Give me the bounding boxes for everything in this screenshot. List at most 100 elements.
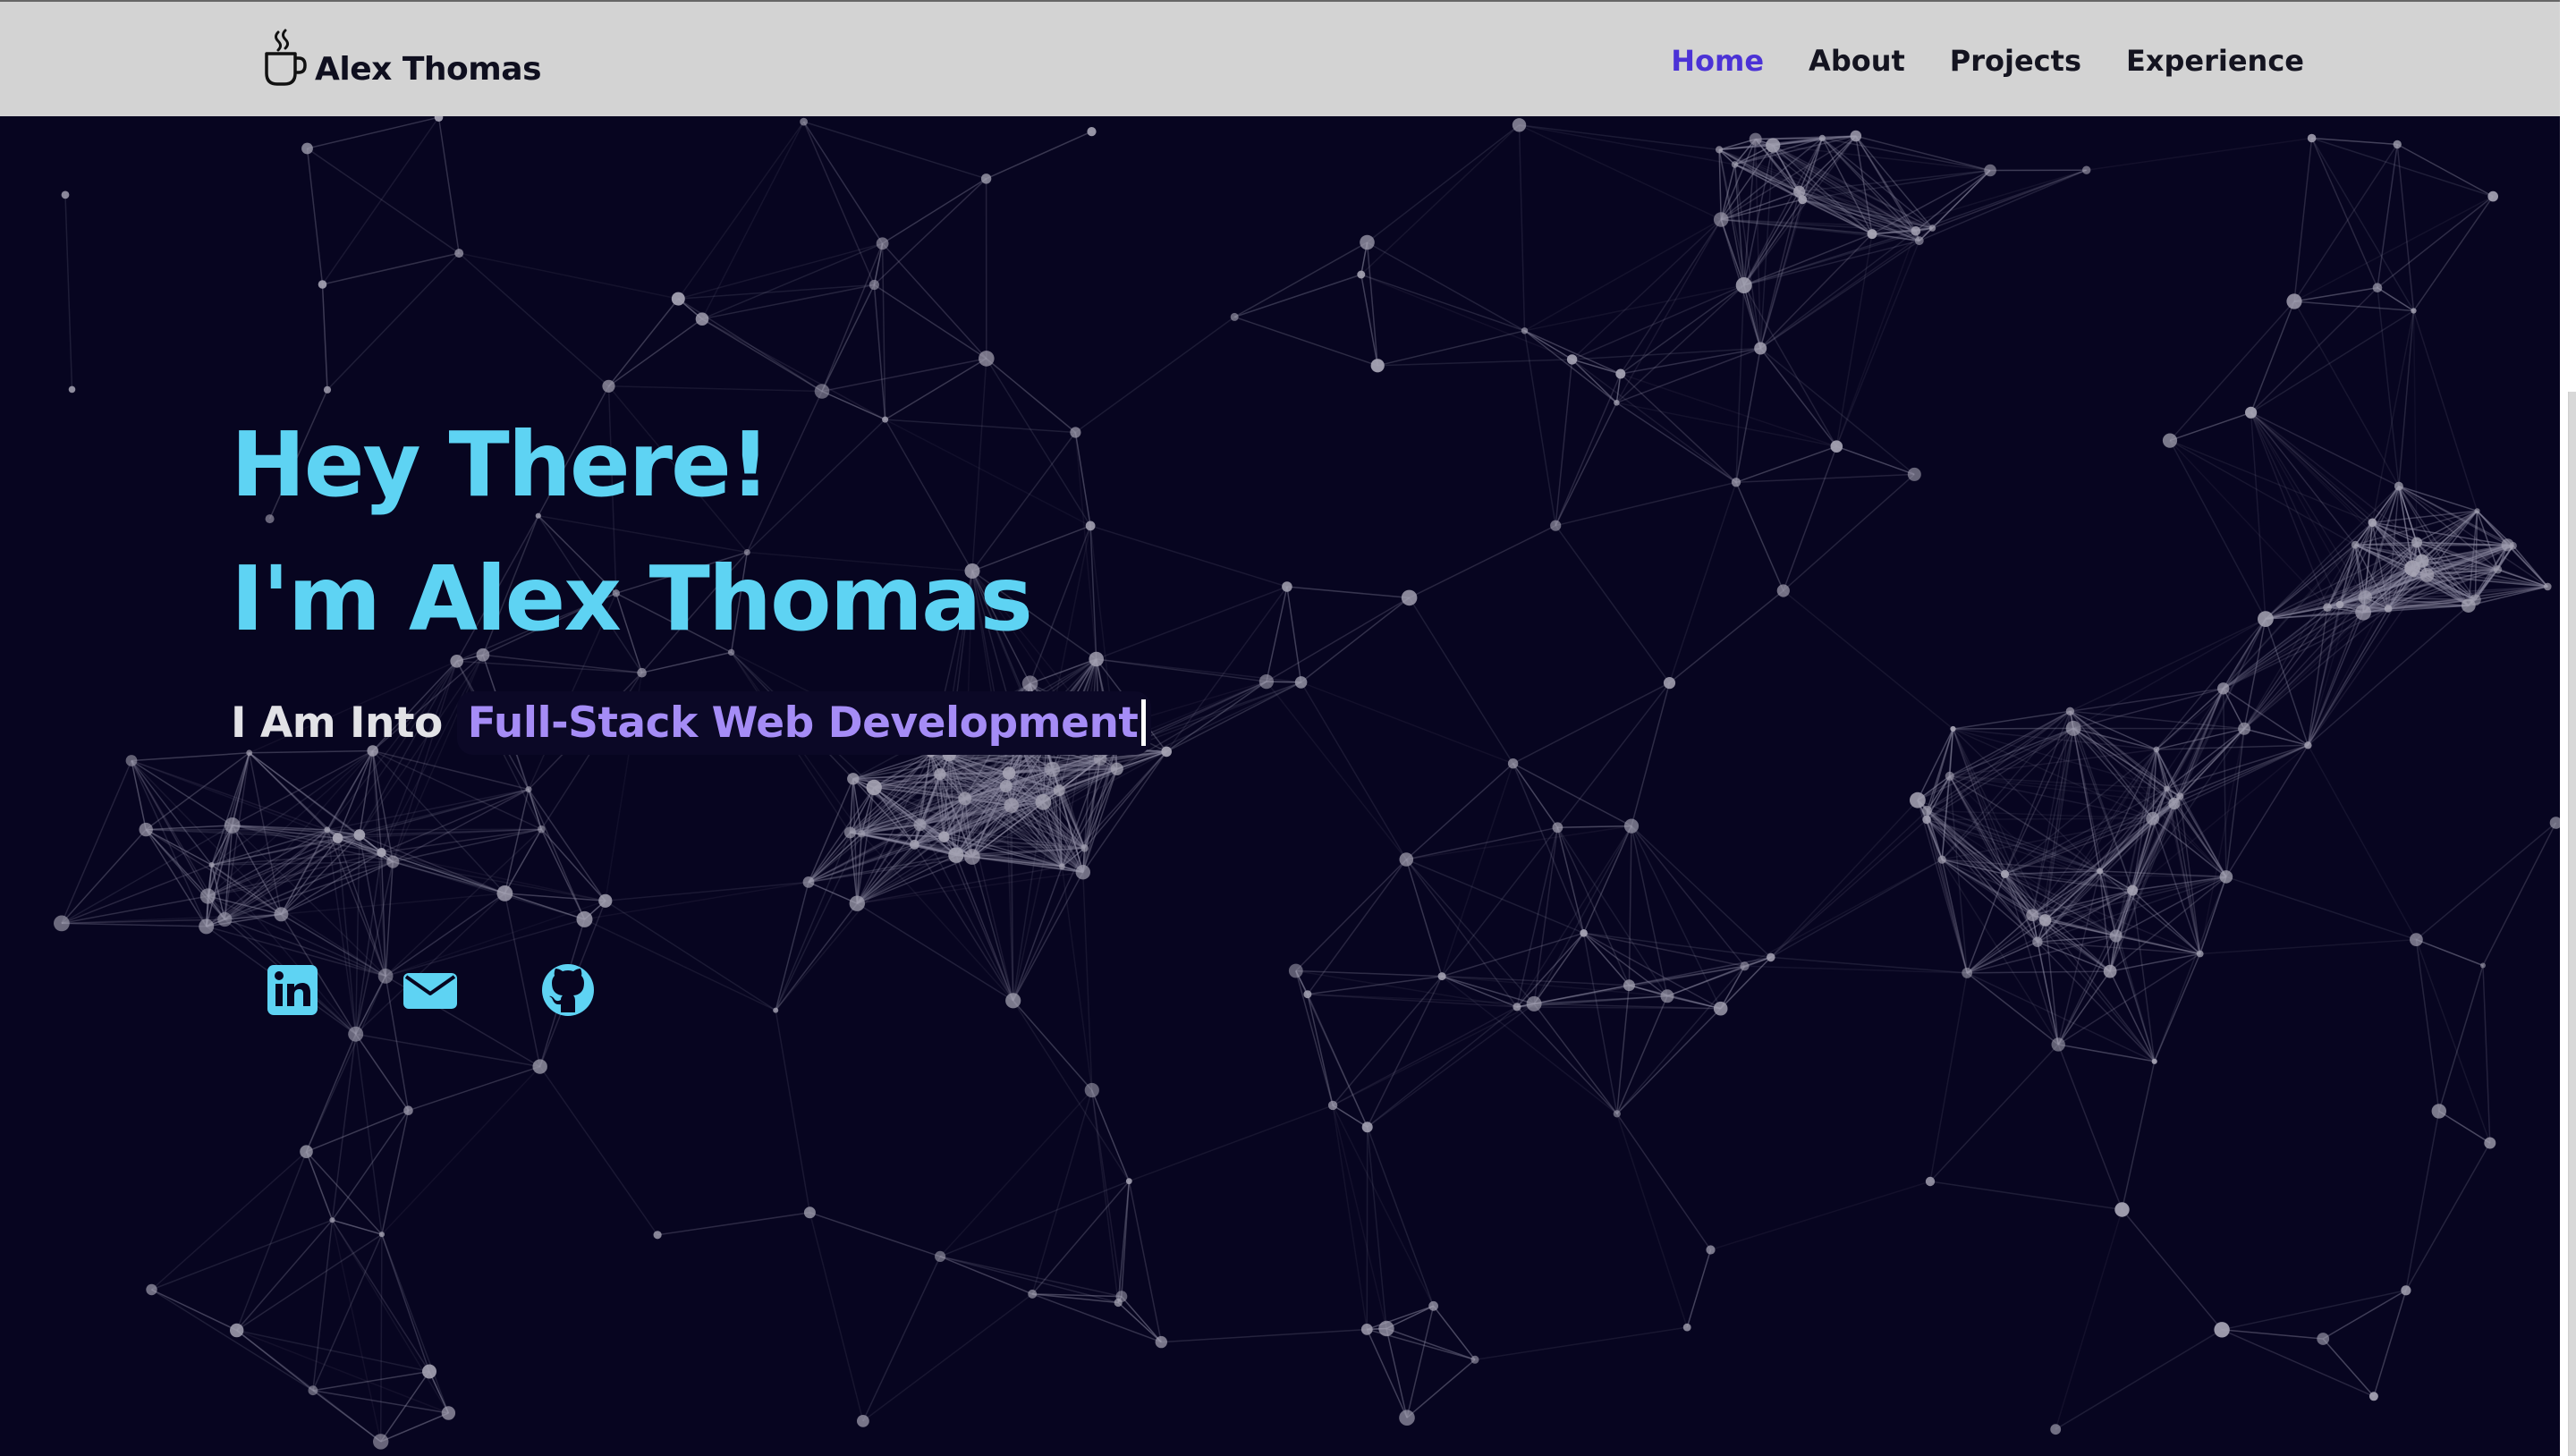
network-node bbox=[54, 915, 70, 932]
linkedin-link[interactable] bbox=[265, 962, 320, 1018]
network-link bbox=[2055, 1209, 2123, 1430]
nav-home-link[interactable]: Home bbox=[1671, 43, 1764, 79]
network-node bbox=[1615, 368, 1626, 379]
network-link bbox=[1519, 124, 1735, 165]
network-link bbox=[1441, 932, 1584, 978]
network-link bbox=[1307, 994, 1334, 1106]
network-node bbox=[1907, 467, 1921, 481]
network-node bbox=[2032, 936, 2043, 947]
network-link bbox=[354, 1034, 383, 1235]
network-link bbox=[821, 358, 987, 393]
network-node bbox=[2286, 293, 2302, 309]
network-link bbox=[1735, 445, 1837, 484]
page-scrollbar[interactable] bbox=[2560, 0, 2576, 1456]
network-link bbox=[1919, 169, 2087, 241]
network-link bbox=[1556, 682, 1671, 828]
network-link bbox=[1555, 525, 1671, 684]
network-node bbox=[538, 825, 546, 834]
network-link bbox=[1615, 284, 1745, 403]
network-link bbox=[2121, 1209, 2223, 1331]
network-link bbox=[307, 116, 439, 149]
network-link bbox=[2377, 287, 2400, 487]
github-icon bbox=[542, 964, 594, 1016]
network-link bbox=[236, 1329, 314, 1392]
scrollbar-thumb[interactable] bbox=[2568, 392, 2576, 1456]
network-node bbox=[1361, 1122, 1373, 1133]
network-link bbox=[808, 881, 858, 904]
network-node bbox=[2162, 433, 2178, 448]
network-node bbox=[2411, 571, 2417, 578]
brand-logo-link[interactable]: Alex Thomas bbox=[261, 25, 542, 88]
nav-about-link[interactable]: About bbox=[1809, 43, 1905, 79]
network-node bbox=[496, 885, 513, 902]
network-link bbox=[61, 864, 212, 925]
network-node bbox=[1089, 651, 1104, 667]
network-link bbox=[885, 419, 1076, 434]
network-link bbox=[2438, 965, 2484, 1112]
network-link bbox=[1616, 995, 1668, 1114]
network-link bbox=[2396, 144, 2415, 311]
network-node bbox=[301, 142, 313, 155]
network-link bbox=[803, 121, 987, 180]
nav-projects-link[interactable]: Projects bbox=[1950, 43, 2081, 79]
network-link bbox=[2412, 196, 2494, 311]
network-link bbox=[1096, 586, 1288, 660]
email-link[interactable] bbox=[402, 962, 458, 1018]
network-node bbox=[1716, 146, 1724, 154]
network-link bbox=[61, 760, 132, 924]
network-link bbox=[1718, 148, 1920, 241]
brand-name: Alex Thomas bbox=[315, 51, 542, 88]
network-link bbox=[1555, 402, 1618, 527]
network-node bbox=[1984, 164, 1996, 177]
network-link bbox=[677, 121, 805, 300]
network-link bbox=[1524, 330, 1617, 403]
network-node bbox=[1521, 327, 1529, 334]
network-link bbox=[1631, 825, 1772, 958]
network-link bbox=[2415, 939, 2440, 1112]
network-node bbox=[217, 911, 233, 927]
network-node bbox=[800, 117, 808, 126]
network-node bbox=[450, 655, 463, 668]
network-link bbox=[701, 284, 875, 320]
network-link bbox=[321, 284, 328, 390]
github-link[interactable] bbox=[540, 962, 596, 1018]
network-node bbox=[935, 1250, 946, 1262]
network-node bbox=[1230, 312, 1239, 321]
network-node bbox=[208, 862, 215, 868]
network-node bbox=[1928, 224, 1936, 232]
network-node bbox=[532, 1059, 547, 1074]
network-link bbox=[809, 1212, 941, 1257]
network-node bbox=[2372, 283, 2383, 292]
network-node bbox=[2351, 540, 2360, 549]
network-node bbox=[1925, 1176, 1936, 1187]
network-link bbox=[1855, 135, 1991, 172]
network-node bbox=[308, 1385, 318, 1396]
network-node bbox=[348, 1026, 364, 1042]
portfolio-page: Alex Thomas Home About Projects Experien… bbox=[0, 0, 2576, 1456]
network-node bbox=[1428, 1300, 1438, 1311]
network-link bbox=[701, 242, 883, 320]
network-node bbox=[1623, 818, 1640, 834]
network-link bbox=[2057, 1044, 2123, 1210]
network-link bbox=[2131, 890, 2156, 1062]
nav-experience-link[interactable]: Experience bbox=[2126, 43, 2304, 79]
network-node bbox=[1360, 1324, 1373, 1335]
network-node bbox=[1682, 1323, 1691, 1332]
network-link bbox=[2037, 749, 2157, 943]
network-node bbox=[1053, 784, 1065, 797]
network-link bbox=[305, 1151, 334, 1221]
network-link bbox=[701, 318, 886, 420]
network-node bbox=[139, 822, 153, 837]
network-link bbox=[1089, 525, 1288, 588]
network-node bbox=[980, 174, 992, 184]
network-link bbox=[657, 1212, 810, 1236]
network-link bbox=[1835, 231, 1917, 447]
network-link bbox=[2412, 310, 2479, 512]
network-link bbox=[1409, 525, 1556, 599]
network-node bbox=[2384, 605, 2393, 613]
network-link bbox=[408, 1065, 540, 1112]
network-node bbox=[1731, 161, 1739, 168]
network-link bbox=[1631, 825, 1668, 996]
network-node bbox=[2335, 600, 2344, 609]
network-link bbox=[1433, 1305, 1476, 1360]
